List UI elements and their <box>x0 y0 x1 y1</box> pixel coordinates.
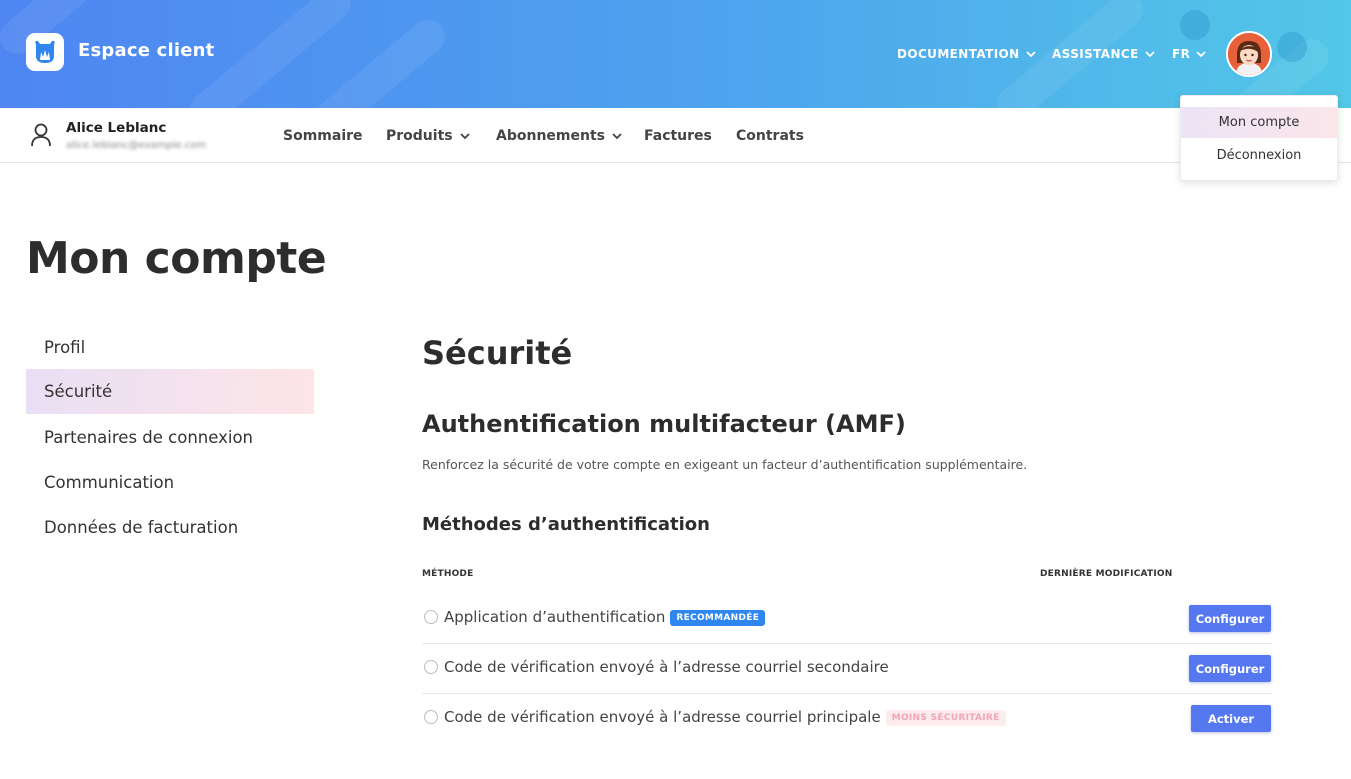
sidebar-item-communication[interactable]: Communication <box>26 460 314 505</box>
subnav-factures[interactable]: Factures <box>644 128 712 144</box>
top-header: Espace client DOCUMENTATION ASSISTANCE F… <box>0 0 1351 108</box>
section-title: Sécurité <box>422 334 573 372</box>
method-radio[interactable] <box>424 660 438 674</box>
method-row-secondary-email: Code de vérification envoyé à l’adresse … <box>422 644 1272 694</box>
user-avatar[interactable] <box>1226 31 1272 77</box>
logo-icon <box>35 40 55 63</box>
chevron-down-icon <box>1196 50 1206 58</box>
chevron-down-icon <box>1145 50 1155 58</box>
sub-navigation: Alice Leblanc alice.leblanc@example.com … <box>0 108 1351 163</box>
language-label: FR <box>1172 47 1191 61</box>
subnav-contrats-label: Contrats <box>736 128 804 144</box>
subnav-factures-label: Factures <box>644 128 712 144</box>
user-name: Alice Leblanc <box>66 120 167 136</box>
method-label: Application d’authentification RECOMMANDÉ… <box>444 608 766 626</box>
user-email: alice.leblanc@example.com <box>66 140 207 151</box>
methods-title: Méthodes d’authentification <box>422 514 710 535</box>
mfa-description: Renforcez la sécurité de votre compte en… <box>422 457 1028 472</box>
language-selector[interactable]: FR <box>1172 47 1206 61</box>
header-decoration <box>1277 32 1307 62</box>
user-icon <box>30 123 52 151</box>
method-row-authenticator-app: Application d’authentification RECOMMANDÉ… <box>422 594 1272 644</box>
nav-assistance[interactable]: ASSISTANCE <box>1052 47 1155 61</box>
less-secure-badge: MOINS SÉCURITAIRE <box>885 710 1006 726</box>
nav-documentation[interactable]: DOCUMENTATION <box>897 47 1036 61</box>
subnav-contrats[interactable]: Contrats <box>736 128 804 144</box>
method-radio[interactable] <box>424 710 438 724</box>
column-header-last-modified: DERNIÈRE MODIFICATION <box>1040 569 1173 579</box>
method-label: Code de vérification envoyé à l’adresse … <box>444 658 889 676</box>
subnav-sommaire[interactable]: Sommaire <box>283 128 363 144</box>
menu-item-my-account[interactable]: Mon compte <box>1181 107 1337 138</box>
nav-assistance-label: ASSISTANCE <box>1052 47 1139 61</box>
sidebar-item-profile[interactable]: Profil <box>26 325 314 370</box>
method-name: Code de vérification envoyé à l’adresse … <box>444 658 889 676</box>
configure-button[interactable]: Configurer <box>1189 605 1271 632</box>
chevron-down-icon <box>459 132 470 140</box>
method-radio[interactable] <box>424 610 438 624</box>
brand-logo[interactable] <box>26 33 64 71</box>
column-header-method: MÉTHODE <box>422 569 474 579</box>
recommended-badge: RECOMMANDÉE <box>670 610 766 626</box>
subnav-abonnements-label: Abonnements <box>496 128 605 144</box>
subnav-abonnements[interactable]: Abonnements <box>496 128 622 144</box>
sidebar-item-login-partners[interactable]: Partenaires de connexion <box>26 415 314 460</box>
mfa-title: Authentification multifacteur (AMF) <box>422 410 906 438</box>
method-row-primary-email: Code de vérification envoyé à l’adresse … <box>422 694 1272 744</box>
activate-button[interactable]: Activer <box>1191 705 1271 732</box>
chevron-down-icon <box>1025 50 1036 58</box>
method-label: Code de vérification envoyé à l’adresse … <box>444 708 1006 726</box>
account-dropdown-menu: Mon compte Déconnexion <box>1180 95 1338 181</box>
subnav-produits-label: Produits <box>386 128 453 144</box>
subnav-sommaire-label: Sommaire <box>283 128 363 144</box>
header-decoration <box>1180 10 1210 40</box>
chevron-down-icon <box>612 132 622 140</box>
page-title: Mon compte <box>26 233 327 284</box>
brand-name[interactable]: Espace client <box>78 40 214 61</box>
method-name: Application d’authentification <box>444 608 666 626</box>
configure-button[interactable]: Configurer <box>1189 655 1271 682</box>
subnav-produits[interactable]: Produits <box>386 128 470 144</box>
sidebar-item-billing-data[interactable]: Données de facturation <box>26 505 314 550</box>
method-name: Code de vérification envoyé à l’adresse … <box>444 708 881 726</box>
sidebar-item-security[interactable]: Sécurité <box>26 369 314 414</box>
nav-documentation-label: DOCUMENTATION <box>897 47 1020 61</box>
menu-item-logout[interactable]: Déconnexion <box>1181 140 1337 171</box>
avatar-icon <box>1228 33 1270 75</box>
